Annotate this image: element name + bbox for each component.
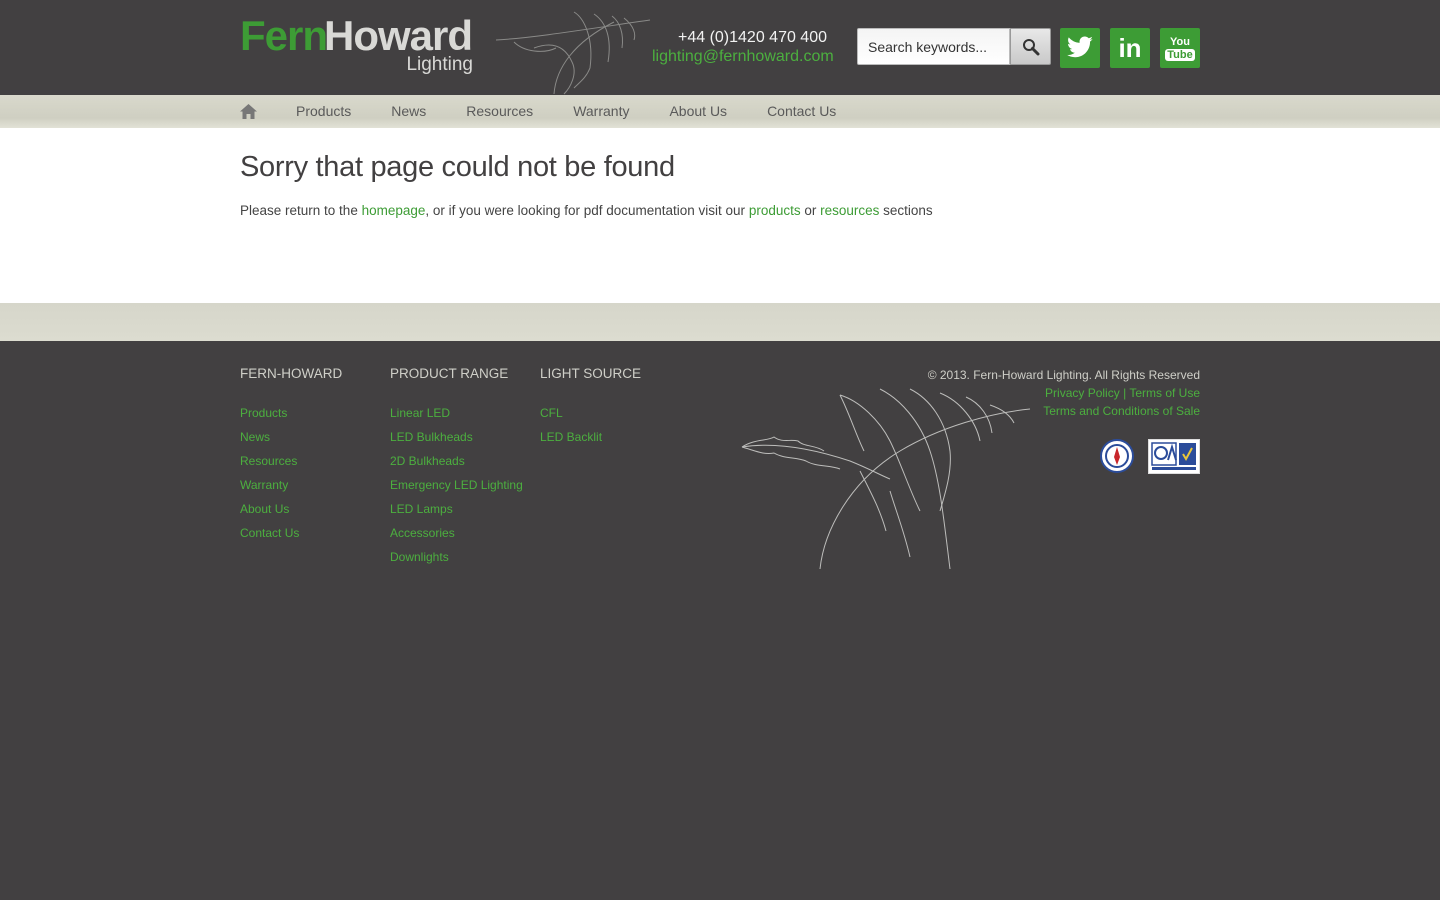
nav-home[interactable] [240, 104, 257, 119]
youtube-button[interactable]: You Tube [1160, 28, 1200, 68]
search-form [857, 28, 1051, 66]
linkedin-icon: in [1118, 33, 1142, 63]
footer-link[interactable]: LED Backlit [540, 425, 641, 449]
footer-link[interactable]: Linear LED [390, 401, 523, 425]
resources-link[interactable]: resources [820, 203, 879, 218]
logo-lighting-text: Lighting [406, 54, 473, 75]
footer-divider-band [0, 303, 1440, 341]
nav-products[interactable]: Products [296, 95, 351, 128]
message-text-3: or [800, 203, 821, 218]
certification-seal-icon [1100, 439, 1134, 473]
footer-link[interactable]: Warranty [240, 473, 342, 497]
footer-heading: FERN-HOWARD [240, 366, 343, 381]
logo-howard-text: Howard [324, 12, 473, 59]
footer-link[interactable]: Products [240, 401, 342, 425]
footer-heading: LIGHT SOURCE [540, 366, 642, 381]
footer-legal: © 2013. Fern-Howard Lighting. All Rights… [928, 366, 1200, 420]
nav-resources[interactable]: Resources [466, 95, 533, 128]
footer-link[interactable]: Downlights [390, 545, 523, 569]
home-icon [240, 104, 257, 119]
footer-column-fern-howard: FERN-HOWARD Products News Resources Warr… [240, 365, 342, 545]
search-input[interactable] [857, 28, 1010, 65]
privacy-policy-link[interactable]: Privacy Policy [1045, 386, 1120, 400]
page-title: Sorry that page could not be found [240, 151, 675, 183]
contact-info: +44 (0)1420 470 400 lighting@fernhoward.… [652, 28, 834, 66]
search-button[interactable] [1010, 28, 1051, 65]
message-text-4: sections [879, 203, 933, 218]
not-found-message: Please return to the homepage, or if you… [240, 202, 1200, 220]
homepage-link[interactable]: homepage [362, 203, 426, 218]
footer-link[interactable]: Emergency LED Lighting [390, 473, 523, 497]
youtube-label-bottom: Tube [1165, 48, 1195, 61]
youtube-icon: You Tube [1165, 35, 1195, 61]
message-text-2: , or if you were looking for pdf documen… [425, 203, 749, 218]
terms-of-sale-link[interactable]: Terms and Conditions of Sale [1043, 404, 1200, 418]
legal-links: Privacy Policy | Terms of Use [928, 384, 1200, 402]
footer-link[interactable]: About Us [240, 497, 342, 521]
nav-warranty[interactable]: Warranty [573, 95, 629, 128]
link-separator: | [1123, 386, 1127, 400]
nav-about-us[interactable]: About Us [669, 95, 727, 128]
footer-link[interactable]: LED Lamps [390, 497, 523, 521]
magnifier-icon [1022, 38, 1039, 55]
quality-assurance-badge-icon [1148, 439, 1200, 474]
footer-link[interactable]: 2D Bulkheads [390, 449, 523, 473]
site-footer: FERN-HOWARD Products News Resources Warr… [0, 341, 1440, 741]
footer-link[interactable]: CFL [540, 401, 641, 425]
products-link[interactable]: products [749, 203, 801, 218]
site-header: Fern Howard Lighting +44 (0)1420 470 400… [0, 0, 1440, 95]
twitter-bird-icon [1067, 36, 1093, 58]
youtube-label-top: You [1170, 35, 1190, 48]
qa-mark-icon [1150, 441, 1198, 472]
main-content: Sorry that page could not be found Pleas… [0, 128, 1440, 303]
terms-of-use-link[interactable]: Terms of Use [1129, 386, 1200, 400]
logo-fern-text: Fern [240, 12, 328, 59]
nav-news[interactable]: News [391, 95, 426, 128]
nav-contact-us[interactable]: Contact Us [767, 95, 836, 128]
footer-column-product-range: PRODUCT RANGE Linear LED LED Bulkheads 2… [390, 365, 523, 569]
footer-link[interactable]: Resources [240, 449, 342, 473]
footer-column-light-source: LIGHT SOURCE CFL LED Backlit [540, 365, 641, 449]
message-text-1: Please return to the [240, 203, 362, 218]
fern-leaf-decoration-icon [495, 11, 651, 95]
terms-sale-row: Terms and Conditions of Sale [928, 402, 1200, 420]
linkedin-button[interactable]: in [1110, 28, 1150, 68]
phone-number: +44 (0)1420 470 400 [677, 29, 827, 46]
footer-link[interactable]: LED Bulkheads [390, 425, 523, 449]
footer-link[interactable]: Contact Us [240, 521, 342, 545]
footer-heading: PRODUCT RANGE [390, 366, 509, 381]
main-navigation: Products News Resources Warranty About U… [0, 95, 1440, 128]
twitter-button[interactable] [1060, 28, 1100, 68]
copyright-text: © 2013. Fern-Howard Lighting. All Rights… [927, 368, 1200, 382]
site-logo[interactable]: Fern Howard Lighting [240, 14, 475, 80]
footer-link[interactable]: Accessories [390, 521, 523, 545]
certification-badges [1100, 439, 1200, 475]
footer-link[interactable]: News [240, 425, 342, 449]
seal-emblem-icon [1105, 444, 1129, 468]
email-link[interactable]: lighting@fernhoward.com [652, 47, 834, 66]
